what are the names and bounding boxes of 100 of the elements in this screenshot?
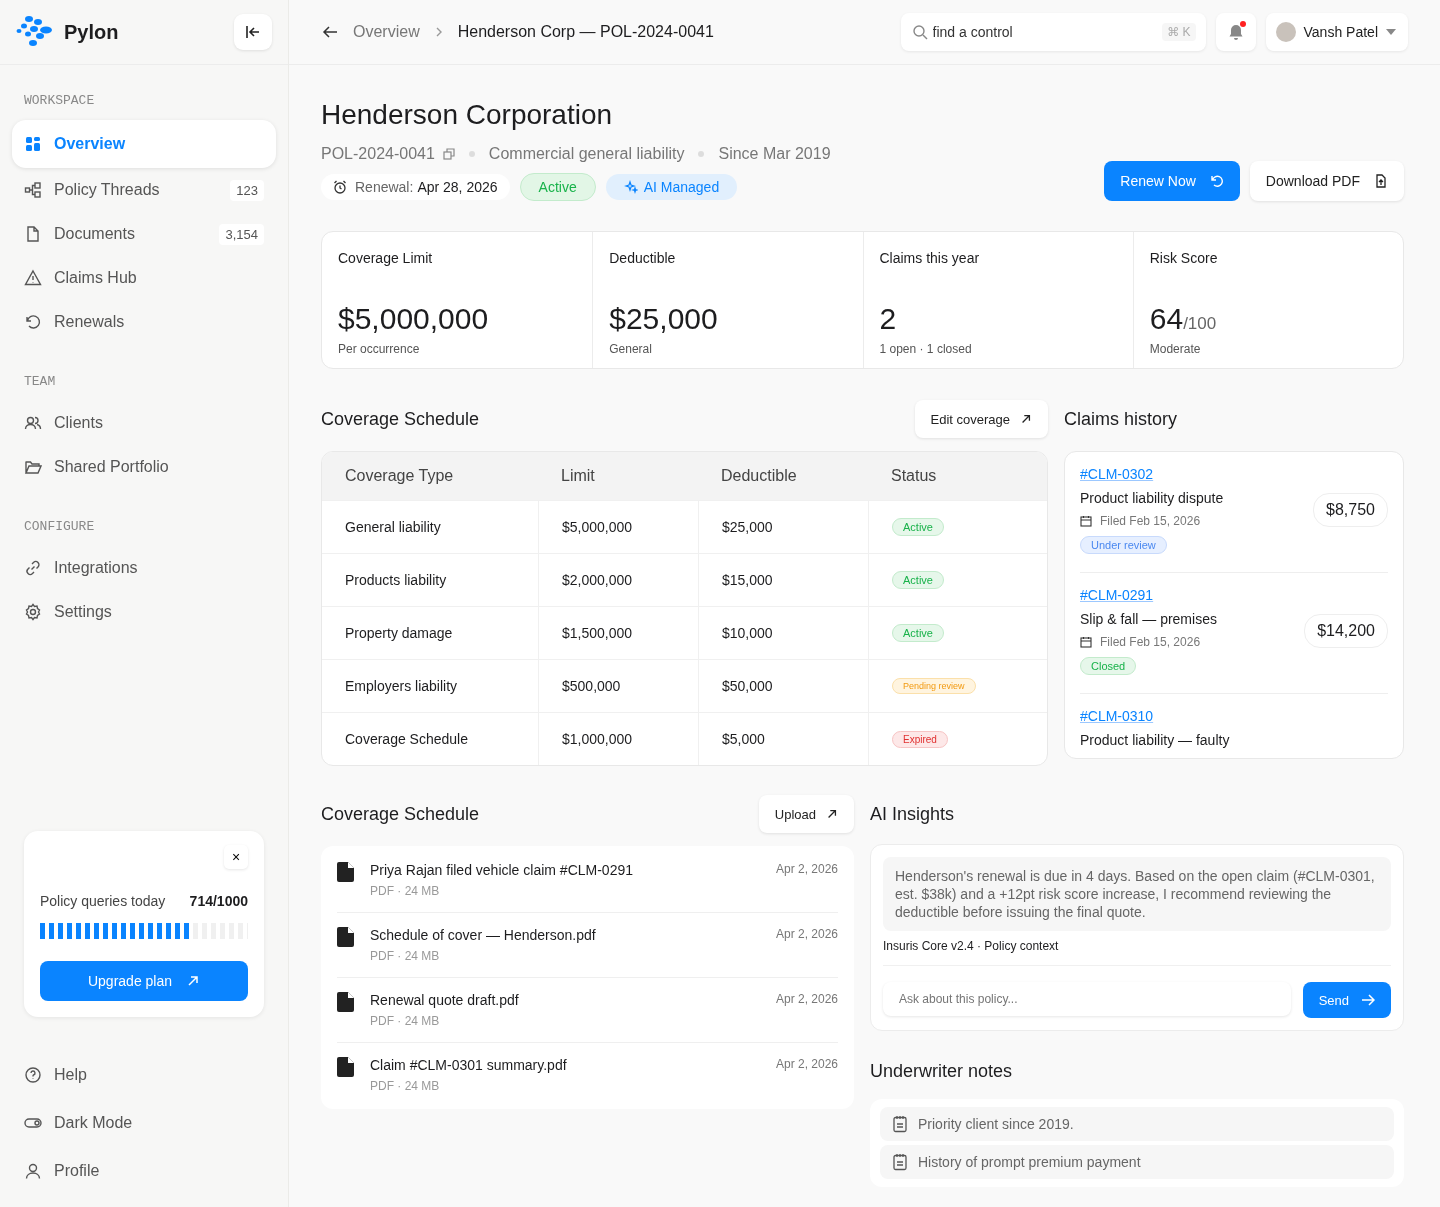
file-icon [337, 862, 354, 882]
document-meta: PDF · 24 MB [370, 949, 441, 963]
nav-item[interactable]: Claims Hub [12, 256, 276, 300]
table-cell: $10,000 [698, 607, 868, 659]
table-cell: $25,000 [698, 501, 868, 553]
document-meta: PDF · 24 MB [370, 884, 441, 898]
document-name[interactable]: Schedule of cover — Henderson.pdf [370, 927, 760, 943]
upgrade-plan-button[interactable]: Upgrade plan [40, 961, 248, 1001]
section-label: WORKSPACE [23, 92, 96, 110]
ai-message: Henderson's renewal is due in 4 days. Based on the open claim (#CLM-0301, est. $38k) and a +12pt risk score increase, I recommend reviewing the deductible before issuing the final quote. [883, 857, 1391, 931]
nav-item[interactable]: Overview [12, 120, 276, 168]
section-label: TEAM [23, 373, 57, 391]
stat-value: 64/100 [1149, 302, 1218, 336]
doc-icon [24, 225, 42, 243]
section-title: Underwriter notes [870, 1060, 1013, 1082]
file-icon [337, 927, 354, 947]
status-pill: Active [892, 518, 944, 536]
stat-note: Per occurrence [338, 342, 421, 356]
arrow-icon [1020, 413, 1032, 425]
section-title: Coverage Schedule [321, 408, 480, 430]
status-pill: Closed [1080, 657, 1137, 675]
ai-source: Insuris Core v2.4 · Policy context [883, 939, 1391, 966]
document-name[interactable]: Claim #CLM-0301 summary.pdf [370, 1057, 760, 1073]
edit-coverage-button[interactable]: Edit coverage [914, 400, 1048, 438]
stat-value: $25,000 [609, 302, 719, 336]
arrow-icon [826, 808, 838, 820]
claim-link[interactable]: #CLM-0310 [1080, 708, 1154, 724]
claim-title: Slip & fall — premises [1080, 611, 1217, 627]
table-cell: $1,500,000 [538, 607, 698, 659]
column-header: Status [890, 466, 938, 486]
refresh-icon [1209, 174, 1224, 188]
stat-note: Moderate [1149, 342, 1202, 356]
section-title: AI Insights [870, 803, 955, 825]
logo-icon [16, 15, 54, 49]
alarm-clock-icon [333, 180, 347, 194]
table-cell: $5,000 [698, 713, 868, 765]
table-cell: $5,000,000 [538, 501, 698, 553]
bell-icon [1226, 23, 1245, 41]
count-badge: 3,154 [219, 223, 264, 245]
link-icon [24, 559, 42, 577]
caret-icon [1386, 29, 1396, 35]
arrow-icon [186, 974, 201, 988]
section-title: Claims history [1064, 408, 1178, 430]
nav-item[interactable]: Dark Mode [12, 1101, 276, 1145]
ai-badge: AI Managed [605, 174, 738, 200]
nav-item[interactable]: Clients [12, 401, 276, 445]
file-icon [337, 992, 354, 1012]
nav-item[interactable]: Renewals [12, 300, 276, 344]
nav-item[interactable]: Shared Portfolio [12, 445, 276, 489]
users-icon [24, 414, 42, 432]
avatar [1275, 22, 1296, 42]
nav-item[interactable]: Help [12, 1053, 276, 1097]
file-icon [337, 1057, 354, 1077]
upload-button[interactable]: Upload [758, 795, 854, 833]
stat-note: 1 open · 1 closed [879, 342, 973, 356]
close-button[interactable]: × [224, 845, 248, 869]
arrow-icon [1361, 993, 1375, 1007]
nav-item[interactable]: Policy Threads 123 [12, 168, 276, 212]
nav-item[interactable]: Profile [12, 1149, 276, 1193]
document-meta: PDF · 24 MB [370, 1079, 441, 1093]
download-button[interactable]: Download PDF [1249, 161, 1404, 201]
stat-value: 2 [879, 302, 898, 336]
document-meta: PDF · 24 MB [370, 1014, 441, 1028]
breadcrumb-link[interactable]: Overview [353, 23, 420, 41]
stat-label: Claims this year [879, 250, 981, 266]
document-date: Apr 2, 2026 [775, 992, 838, 1006]
status-pill: Active [892, 571, 944, 589]
nav-item[interactable]: Integrations [12, 546, 276, 590]
filed-date: Filed Feb 15, 2026 [1080, 514, 1201, 528]
note-text: Priority client since 2019. [918, 1116, 1074, 1132]
file-upload-icon [1374, 174, 1388, 188]
nav-item[interactable]: Documents 3,154 [12, 212, 276, 256]
stat-label: Deductible [609, 250, 677, 266]
meta-text: Since Mar 2019 [718, 145, 831, 163]
stat-note: General [609, 342, 653, 356]
send-button[interactable]: Send [1302, 982, 1391, 1018]
collapse-sidebar-button[interactable] [234, 14, 272, 50]
gear-icon [24, 603, 42, 621]
page-title: Henderson Corporation [321, 99, 614, 131]
ask-input-field[interactable]: Ask about this policy... [883, 982, 1291, 1016]
table-cell-text: Products liability [344, 571, 448, 590]
claim-title: Product liability — faulty [1080, 732, 1230, 748]
renew-button[interactable]: Renew Now [1104, 161, 1240, 201]
status-pill: Under review [1080, 536, 1167, 554]
nav-item[interactable]: Settings [12, 590, 276, 634]
notifications-button[interactable] [1215, 13, 1256, 51]
claim-link[interactable]: #CLM-0302 [1080, 466, 1154, 482]
warn-icon [24, 269, 42, 287]
notepad-icon [892, 1153, 908, 1171]
user-menu-button[interactable]: Vansh Patel [1265, 13, 1408, 51]
document-name[interactable]: Priya Rajan filed vehicle claim #CLM-0291 [370, 862, 760, 878]
folder-icon [24, 458, 42, 476]
document-name[interactable]: Renewal quote draft.pdf [370, 992, 760, 1008]
note-text: History of prompt premium payment [918, 1154, 1141, 1170]
claim-link[interactable]: #CLM-0291 [1080, 587, 1154, 603]
copy-icon[interactable] [442, 148, 455, 160]
search-icon [911, 24, 928, 40]
stat-label: Risk Score [1149, 250, 1219, 266]
threads-icon [24, 181, 42, 199]
table-cell: $50,000 [698, 660, 868, 712]
